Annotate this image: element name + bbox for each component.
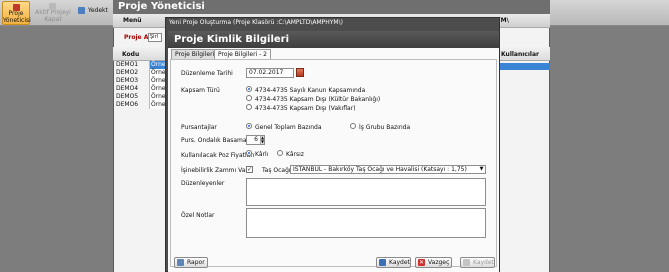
quarry-label: Taş Ocağı bbox=[262, 167, 291, 174]
decimal-places-label: Purs. Ondalık Basamak bbox=[181, 137, 251, 144]
chevron-down-icon[interactable]: ▼ bbox=[478, 166, 485, 172]
notes-textarea[interactable] bbox=[246, 208, 486, 238]
cancel-button-label: Vazgeç bbox=[428, 259, 450, 266]
ribbon-button-label: Proje bbox=[8, 10, 24, 17]
editors-textarea[interactable] bbox=[246, 178, 486, 206]
isinebilirlik-label: İşinebilirlik Zammı Var bbox=[181, 167, 248, 174]
price-type-label: Kullanılacak Poz Fiyatları bbox=[181, 152, 255, 159]
scope-radio-kultur-bakanligi[interactable] bbox=[246, 95, 252, 101]
close-active-project-ribbon-button[interactable]: Aktif Projeyi Kapat bbox=[33, 1, 73, 25]
row-name: Örnek bbox=[149, 85, 170, 93]
save-button-label: Kaydet bbox=[389, 259, 410, 266]
ribbon-button-label: Yöneticisi bbox=[3, 17, 31, 24]
backup-icon bbox=[78, 7, 85, 14]
scope-option-label: 4734-4735 Kapsam Dışı (Vakıflar) bbox=[255, 105, 356, 112]
scope-option-label: 4734-4735 Kapsam Dışı (Kültür Bakanlığı) bbox=[255, 96, 381, 103]
row-name: Örnek bbox=[149, 77, 170, 85]
notes-label: Özel Notlar bbox=[181, 212, 215, 219]
date-input[interactable]: 07.02.2017 bbox=[246, 68, 294, 78]
price-radio-karsiz[interactable] bbox=[277, 150, 283, 156]
isinebilirlik-checkbox[interactable]: ✓ bbox=[246, 166, 253, 173]
price-option-label: Kârsız bbox=[286, 151, 304, 158]
report-icon bbox=[177, 259, 184, 266]
save-icon bbox=[379, 259, 386, 266]
row-name: Örnek bbox=[149, 93, 170, 101]
table-row[interactable]: DEMO4 Örnek bbox=[115, 85, 170, 93]
quarry-selected-value: İSTANBUL - Bakırköy Taş Ocağı ve Havalis… bbox=[293, 166, 467, 173]
row-code: DEMO5 bbox=[116, 93, 139, 100]
row-name: Örnek bbox=[149, 69, 170, 77]
menu-label[interactable]: Menü bbox=[123, 17, 142, 24]
save-disabled-button-label: Kaydet bbox=[473, 259, 494, 266]
row-name: Örnek bbox=[149, 61, 170, 69]
table-row[interactable]: DEMO3 Örnek bbox=[115, 77, 170, 85]
column-header-kodu[interactable]: Kodu bbox=[122, 51, 139, 58]
close-project-icon bbox=[49, 3, 56, 10]
row-code: DEMO4 bbox=[116, 85, 139, 92]
save-icon bbox=[463, 259, 470, 266]
price-option-label: Kârlı bbox=[255, 151, 269, 158]
app-title: Proje Yöneticisi bbox=[113, 0, 550, 14]
pursantaj-option-label: Genel Toplam Bazında bbox=[255, 124, 322, 131]
dialog-header: Proje Kimlik Bilgileri bbox=[168, 31, 499, 48]
column-header-kullanicilar[interactable]: Kullanıcılar bbox=[501, 51, 539, 58]
selected-row-highlight bbox=[500, 63, 550, 70]
search-input[interactable]: Şirl bbox=[148, 33, 162, 42]
backup-ribbon-button[interactable]: Yedekt bbox=[78, 1, 110, 25]
pursantaj-radio-genel-toplam[interactable] bbox=[246, 123, 252, 129]
table-row[interactable]: DEMO2 Örnek bbox=[115, 69, 170, 77]
stepper-arrows-icon[interactable]: ▲ ▼ bbox=[260, 136, 264, 144]
report-button-label: Rapor bbox=[187, 259, 205, 266]
save-button[interactable]: Kaydet bbox=[376, 257, 411, 268]
scope-radio-vakiflar[interactable] bbox=[246, 104, 252, 110]
cancel-button[interactable]: ✕ Vazgeç bbox=[415, 257, 452, 268]
calendar-icon[interactable] bbox=[296, 68, 304, 77]
table-row[interactable]: DEMO5 Örnek bbox=[115, 93, 170, 101]
price-radio-karli[interactable] bbox=[246, 150, 252, 156]
ribbon-button-label: Yedekt bbox=[88, 7, 108, 14]
pursantaj-radio-is-grubu[interactable] bbox=[350, 123, 356, 129]
ribbon-button-label: Aktif Projeyi bbox=[35, 9, 71, 16]
row-code: DEMO6 bbox=[116, 101, 139, 108]
tab-proje-bilgileri-2[interactable]: Proje Bilgileri - 2 bbox=[214, 49, 271, 59]
row-code: DEMO2 bbox=[116, 69, 139, 76]
pursantaj-label: Pursantajlar bbox=[181, 124, 217, 131]
project-manager-ribbon-button[interactable]: Proje Yöneticisi bbox=[2, 1, 31, 25]
date-label: Düzenleme Tarihi bbox=[181, 70, 233, 77]
table-row[interactable]: DEMO1 Örnek bbox=[115, 61, 170, 69]
close-icon: ✕ bbox=[418, 259, 425, 266]
project-manager-icon bbox=[13, 4, 20, 11]
ribbon-button-label: Kapat bbox=[44, 16, 62, 23]
scope-option-label: 4734-4735 Sayılı Kanun Kapsamında bbox=[255, 87, 366, 94]
dialog-window-title: Yeni Proje Oluşturma (Proje Klasörü :C:\… bbox=[169, 19, 343, 26]
row-name: Örnek bbox=[149, 101, 170, 109]
quarry-select[interactable]: İSTANBUL - Bakırköy Taş Ocağı ve Havalis… bbox=[290, 165, 486, 174]
scope-type-label: Kapsam Türü bbox=[181, 87, 220, 94]
row-code: DEMO3 bbox=[116, 77, 139, 84]
pursantaj-option-label: İş Grubu Bazında bbox=[359, 124, 411, 131]
scope-radio-kanun-kapsami[interactable] bbox=[246, 86, 252, 92]
table-row[interactable]: DEMO6 Örnek bbox=[115, 101, 170, 109]
save-disabled-button[interactable]: Kaydet bbox=[460, 257, 495, 268]
report-button[interactable]: Rapor bbox=[174, 257, 208, 268]
editors-label: Düzenleyenler bbox=[181, 180, 225, 187]
row-code: DEMO1 bbox=[116, 61, 139, 68]
